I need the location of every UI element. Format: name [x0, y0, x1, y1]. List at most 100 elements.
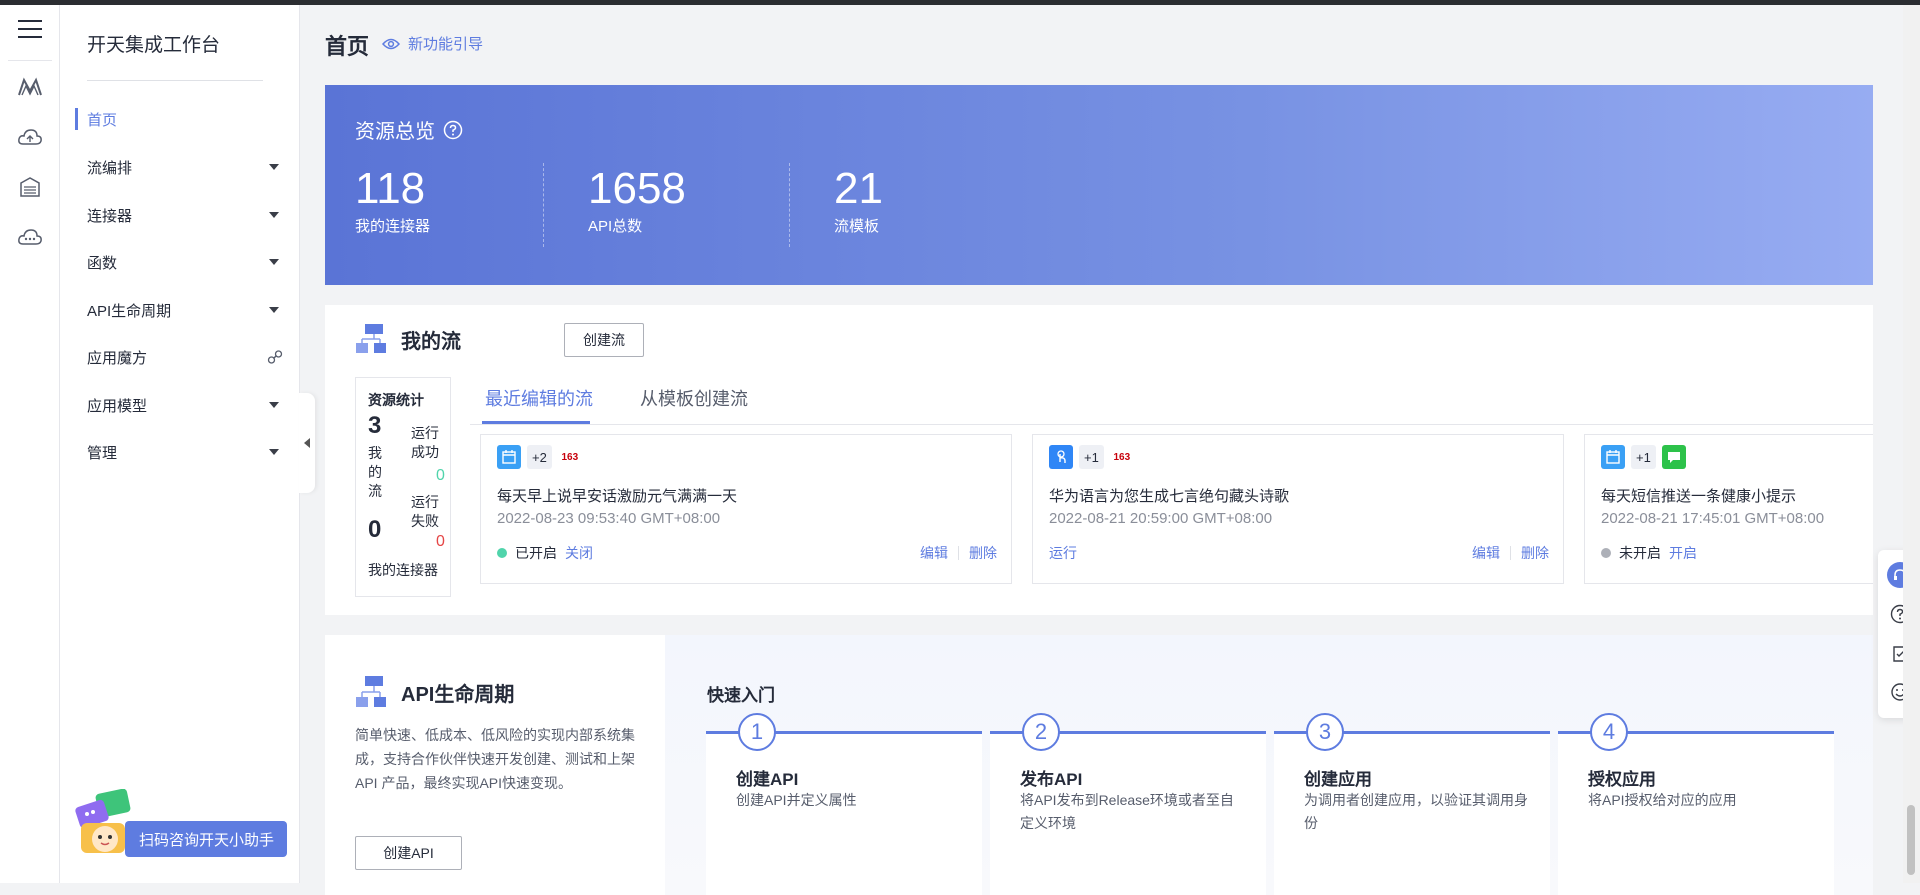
icon-rail [0, 5, 60, 883]
edit-link[interactable]: 编辑 [1472, 543, 1500, 563]
flow-actions: 编辑 删除 [920, 543, 997, 563]
help-icon[interactable] [443, 120, 463, 140]
assistant-widget[interactable]: 扫码咨询开天小助手 [75, 789, 287, 859]
menu-item-connector[interactable]: 连接器 [87, 201, 287, 229]
my-flows-card: 我的流 创建流 资源统计 3 我的流 运行成功 0 运行失败 0 0 我的连接器… [325, 305, 1873, 615]
more-connectors-badge: +1 [1631, 445, 1656, 469]
step-create-api[interactable]: 1 创建API 创建API并定义属性 [706, 713, 982, 895]
server-icon[interactable] [14, 171, 46, 203]
menu-item-function[interactable]: 函数 [87, 248, 287, 276]
api-title: API生命周期 [401, 683, 515, 706]
create-flow-button[interactable]: 创建流 [564, 323, 644, 357]
toggle-on-link[interactable]: 开启 [1669, 543, 1697, 563]
quick-start-title: 快速入门 [707, 686, 775, 705]
flow-card[interactable]: +1 每天短信推送一条健康小提示 2022-08-21 17:45:01 GMT… [1584, 434, 1873, 584]
cloud-icon[interactable] [14, 221, 46, 253]
calendar-icon [497, 445, 521, 469]
stat-label: 流模板 [834, 218, 880, 235]
step-create-app[interactable]: 3 创建应用 为调用者创建应用，以验证其调用身份 [1274, 713, 1550, 895]
step-number: 3 [1306, 713, 1344, 751]
chevron-down-icon [269, 449, 279, 455]
menu-item-app-cube[interactable]: 应用魔方 [87, 343, 287, 371]
feature-guide-link[interactable]: 新功能引导 [382, 33, 483, 54]
menu-item-manage[interactable]: 管理 [87, 438, 287, 466]
success-label: 运行成功 [411, 425, 439, 460]
step-authorize-app[interactable]: 4 授权应用 将API授权给对应的应用 [1558, 713, 1834, 895]
vertical-scrollbar[interactable] [1903, 5, 1920, 883]
tab-recent-flows[interactable]: 最近编辑的流 [485, 385, 593, 411]
menu-item-label: 函数 [87, 254, 118, 272]
stat-value: 118 [355, 164, 426, 213]
hamburger-icon[interactable] [14, 13, 46, 45]
stat-flow-templates[interactable]: 21 流模板 [834, 165, 883, 236]
flow-name: 华为语言为您生成七言绝句藏头诗歌 [1049, 488, 1290, 505]
menu-item-label: 流编排 [87, 159, 133, 177]
stat-api-total[interactable]: 1658 API总数 [588, 165, 686, 236]
step-number: 1 [738, 713, 776, 751]
flow-card[interactable]: +1 163 华为语言为您生成七言绝句藏头诗歌 2022-08-21 20:59… [1032, 434, 1564, 584]
flow-actions: 编辑 删除 [1472, 543, 1549, 563]
chevron-down-icon [269, 307, 279, 313]
api-intro: API生命周期 简单快速、低成本、低风险的实现内部系统集成，支持合作伙伴快速开发… [325, 635, 665, 895]
fail-count: 0 [436, 533, 445, 550]
menu-item-home[interactable]: 首页 [87, 105, 287, 133]
main-content: 首页 新功能引导 资源总览 118 我的连接器 1658 API总数 21 流模… [300, 5, 1920, 895]
cloud-upload-icon[interactable] [14, 121, 46, 153]
tab-template-flows[interactable]: 从模板创建流 [640, 385, 748, 411]
mail-163-icon: 163 [561, 451, 579, 463]
run-link[interactable]: 运行 [1049, 543, 1077, 563]
api-flow-icon [356, 676, 386, 707]
status-dot [1601, 548, 1611, 558]
side-menu: 开天集成工作台 首页 流编排 连接器 函数 API生命周期 应用魔方 应用模型 … [60, 5, 300, 883]
mail-163-icon: 163 [1113, 451, 1131, 463]
create-api-button[interactable]: 创建API [355, 836, 462, 870]
scrollbar-thumb[interactable] [1907, 805, 1915, 875]
touch-icon [1049, 445, 1073, 469]
step-number: 4 [1590, 713, 1628, 751]
m-logo-icon[interactable] [14, 71, 46, 103]
flows-header: 我的流 [355, 323, 461, 355]
menu-item-api-lifecycle[interactable]: API生命周期 [87, 296, 287, 324]
assistant-button[interactable]: 扫码咨询开天小助手 [125, 821, 287, 857]
flows-title: 我的流 [401, 330, 461, 353]
flow-name: 每天早上说早安话激励元气满满一天 [497, 488, 738, 505]
delete-link[interactable]: 删除 [1521, 543, 1549, 563]
menu-item-label: 应用模型 [87, 397, 148, 415]
connector-icons: +1 163 [1049, 445, 1134, 469]
success-count: 0 [436, 467, 445, 484]
step-desc: 为调用者创建应用，以验证其调用身份 [1304, 792, 1528, 831]
flow-name: 每天短信推送一条健康小提示 [1601, 488, 1797, 505]
flow-time: 2022-08-23 09:53:40 GMT+08:00 [497, 510, 721, 527]
menu-item-flow[interactable]: 流编排 [87, 153, 287, 181]
delete-link[interactable]: 删除 [969, 543, 997, 563]
stat-value: 1658 [588, 164, 686, 213]
stat-value: 21 [834, 164, 883, 213]
fail-label: 运行失败 [411, 494, 439, 529]
toggle-off-link[interactable]: 关闭 [565, 543, 593, 563]
menu-item-app-model[interactable]: 应用模型 [87, 391, 287, 419]
quick-start: 快速入门 1 创建API 创建API并定义属性 2 发布API 将API发布到R… [665, 635, 1873, 895]
menu-item-label: 应用魔方 [87, 349, 148, 367]
action-separator [1510, 546, 1511, 560]
stat-divider [789, 163, 790, 247]
link-icon [267, 350, 283, 364]
api-description: 简单快速、低成本、低风险的实现内部系统集成，支持合作伙伴快速开发创建、测试和上架… [355, 727, 635, 791]
page-title: 首页 [325, 34, 370, 59]
step-number: 2 [1022, 713, 1060, 751]
step-publish-api[interactable]: 2 发布API 将API发布到Release环境或者至自定义环境 [990, 713, 1266, 895]
flow-status: 已开启 关闭 [497, 543, 593, 563]
edit-link[interactable]: 编辑 [920, 543, 948, 563]
guide-label: 新功能引导 [408, 36, 484, 53]
step-desc: 创建API并定义属性 [736, 792, 857, 808]
status-text: 未开启 [1619, 545, 1661, 561]
tab-underline [482, 421, 590, 424]
chevron-down-icon [269, 402, 279, 408]
assistant-mascot-icon [75, 789, 131, 853]
flow-time: 2022-08-21 17:45:01 GMT+08:00 [1601, 510, 1825, 527]
res-title: 资源统计 [368, 392, 424, 408]
flow-card[interactable]: +2 163 每天早上说早安话激励元气满满一天 2022-08-23 09:53… [480, 434, 1012, 584]
stat-connectors[interactable]: 118 我的连接器 [355, 165, 430, 236]
step-desc: 将API发布到Release环境或者至自定义环境 [1020, 792, 1234, 831]
chevron-down-icon [269, 164, 279, 170]
menu-item-label: 首页 [87, 111, 118, 129]
